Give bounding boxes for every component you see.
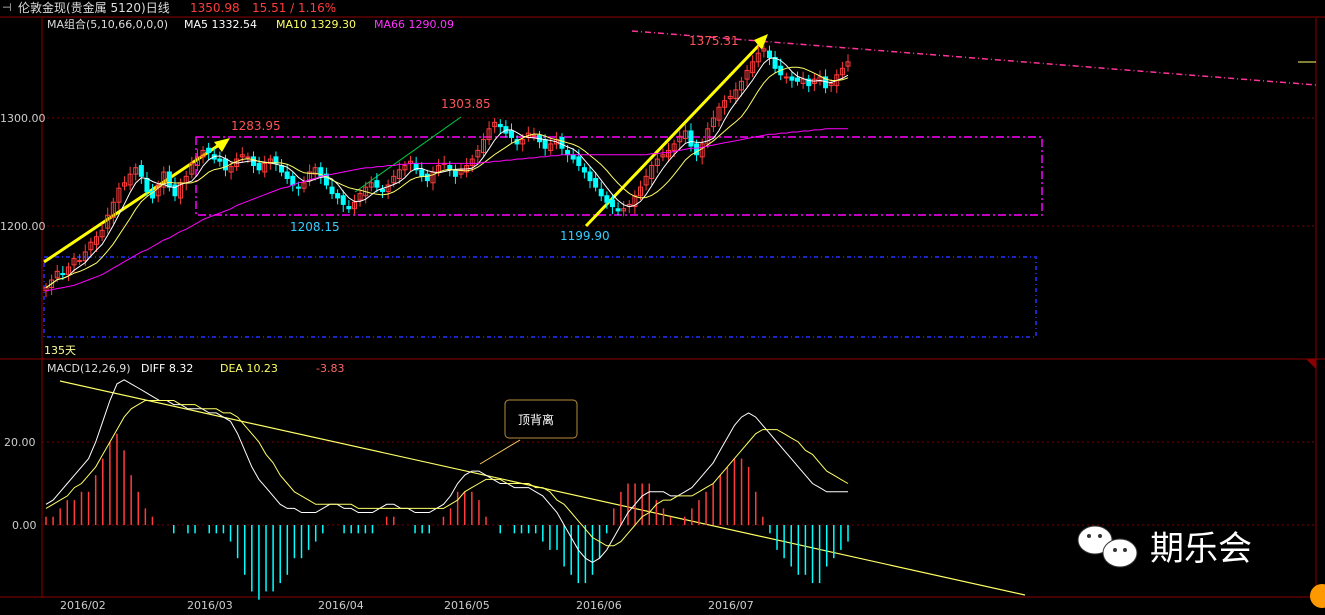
candle-body	[576, 156, 582, 167]
high-label-1: 1283.95	[231, 119, 281, 133]
price-change: 15.51 / 1.16%	[252, 1, 336, 15]
candle-body	[77, 260, 83, 263]
candle-body	[789, 76, 795, 81]
callout-text: 顶背离	[518, 412, 554, 427]
ma5-value: MA5 1332.54	[184, 18, 257, 31]
candle-body	[497, 123, 503, 128]
callout-pointer	[479, 439, 521, 465]
window-icon: ⊣	[2, 1, 12, 14]
low-label-1: 1208.15	[290, 220, 340, 234]
corner-marker	[1306, 359, 1316, 369]
diff-value: DIFF 8.32	[141, 362, 193, 375]
moving-averages	[45, 57, 849, 292]
candle-body	[329, 186, 335, 195]
ytick-1200: 1200.00	[0, 220, 46, 233]
candle-body	[424, 173, 430, 182]
candle-body	[452, 169, 458, 177]
candle-body	[245, 156, 251, 159]
candle-body	[593, 177, 599, 188]
ma-legend: MA组合(5,10,66,0,0,0) MA5 1332.54 MA10 132…	[47, 17, 454, 31]
candle-body	[615, 208, 621, 212]
macd-legend-label: MACD(12,26,9)	[47, 362, 131, 375]
candle-body	[217, 158, 223, 162]
candle-body	[795, 77, 801, 82]
candle-body	[340, 195, 346, 205]
candle-body	[206, 147, 212, 154]
candle-body	[766, 50, 772, 59]
candle-body	[419, 169, 425, 177]
watermark-brand: 期乐会	[1150, 529, 1252, 569]
candle-body	[346, 206, 352, 210]
days-label: 135天	[44, 344, 76, 357]
wechat-icon	[1102, 538, 1138, 568]
xtick-label: 2016/05	[444, 599, 490, 612]
ytick-macd-0: 0.00	[12, 519, 37, 532]
candle-body	[295, 186, 301, 189]
annotation-drawings	[43, 30, 1317, 596]
xtick-label: 2016/03	[187, 599, 233, 612]
header: ⊣ 伦敦金现(贵金属 5120)日线 1350.98 15.51 / 1.16%	[2, 0, 336, 15]
candle-body	[609, 199, 615, 208]
price-y-axis: 1300.00 1200.00	[0, 112, 46, 233]
ma66-value: MA66 1290.09	[374, 18, 454, 31]
candle-body	[508, 130, 514, 138]
candle-body	[284, 171, 290, 179]
candle-body	[783, 76, 789, 79]
candle-body	[222, 158, 228, 171]
candle-body	[290, 175, 296, 186]
candle-body	[144, 177, 150, 192]
xtick-label: 2016/06	[576, 599, 622, 612]
dea-value: DEA 10.23	[220, 362, 278, 375]
candle-body	[166, 171, 172, 188]
candle-body	[587, 171, 593, 182]
chart-canvas: ⊣ 伦敦金现(贵金属 5120)日线 1350.98 15.51 / 1.16%…	[0, 0, 1325, 612]
candle-body	[559, 136, 565, 149]
ma10-value: MA10 1329.30	[276, 18, 356, 31]
ma5-line	[45, 57, 849, 289]
ma-legend-label: MA组合(5,10,66,0,0,0)	[47, 17, 168, 31]
macd-series	[45, 379, 849, 600]
high-label-2: 1303.85	[441, 97, 491, 111]
candle-body	[279, 165, 285, 173]
candle-body	[570, 154, 576, 160]
watermark: 期乐会	[1077, 525, 1252, 569]
macd-value: -3.83	[316, 362, 344, 375]
candle-body	[138, 165, 144, 177]
macd-legend: MACD(12,26,9) DIFF 8.32 DEA 10.23 -3.83	[47, 362, 344, 375]
last-price: 1350.98	[190, 1, 240, 15]
candle-body	[542, 139, 548, 149]
candle-body	[531, 134, 537, 137]
high-label-3: 1375.31	[689, 34, 739, 48]
instrument-title: 伦敦金现(贵金属 5120)日线	[18, 0, 170, 15]
candle-body	[604, 195, 610, 203]
candle-body	[60, 273, 66, 276]
corner-badge	[1310, 584, 1325, 608]
candle-body	[598, 188, 604, 197]
candle-body	[380, 188, 386, 192]
xtick-label: 2016/02	[60, 599, 106, 612]
low-label-2: 1199.90	[560, 229, 610, 243]
x-axis: 2016/02 2016/03 2016/04 2016/05 2016/06 …	[60, 599, 754, 612]
xtick-label: 2016/04	[318, 599, 364, 612]
candle-body	[256, 162, 262, 171]
xtick-label: 2016/07	[708, 599, 754, 612]
support-box	[43, 256, 1037, 338]
frame	[0, 16, 1325, 598]
candle-body	[374, 180, 380, 188]
ytick-1300: 1300.00	[0, 112, 46, 125]
candle-body	[688, 130, 694, 147]
candle-body	[335, 193, 341, 199]
macd-y-axis: 20.00 0.00	[4, 436, 37, 532]
ytick-macd-20: 20.00	[4, 436, 36, 449]
candle-body	[565, 149, 571, 156]
ma66-line	[45, 128, 848, 292]
candle-body	[581, 167, 587, 173]
